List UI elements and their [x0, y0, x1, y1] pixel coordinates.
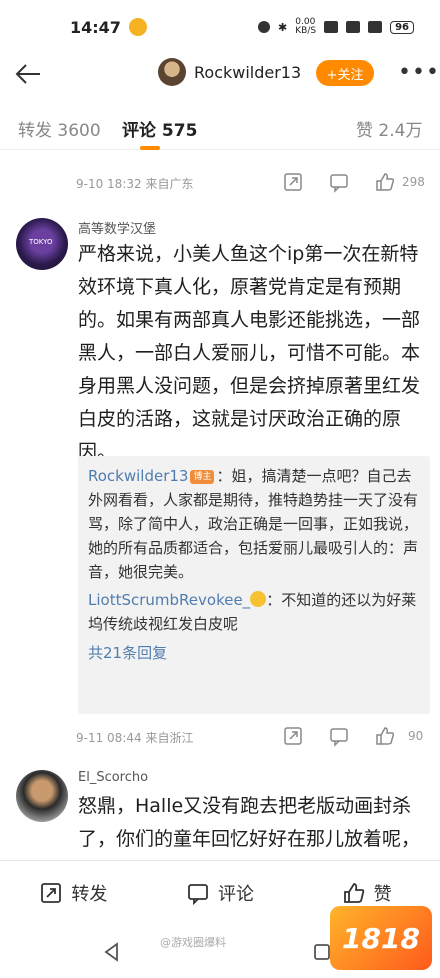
comment-text: 严格来说，小美人鱼这个ip第一次在新特效环境下真人化，原著党肯定是有预期的。如果…: [78, 243, 421, 463]
reply-author[interactable]: Rockwilder13: [88, 467, 188, 485]
repost-label: 转发: [71, 883, 108, 905]
bluetooth-icon: ✱: [278, 20, 288, 34]
blogger-badge: 博主: [190, 470, 215, 484]
like-label: 赞: [373, 883, 392, 905]
avatar[interactable]: [158, 58, 186, 86]
avatar-tokyo-label: TOKYO: [29, 238, 53, 246]
back-triangle-icon[interactable]: [100, 940, 124, 964]
avatar[interactable]: [16, 770, 68, 822]
signal-icon-2: [368, 21, 383, 33]
more-icon[interactable]: •••: [398, 60, 440, 85]
reply-author[interactable]: LiottScrumbRevokee_: [88, 591, 250, 609]
share-icon[interactable]: [282, 171, 304, 193]
avatar[interactable]: TOKYO: [16, 218, 68, 270]
site-logo: 1818: [330, 906, 432, 970]
reply-box[interactable]: Rockwilder13 博主 ：姐，搞清楚一点吧？自己去外网看看，人家都是期待，推…: [78, 456, 430, 714]
comment-time: 9-10 18:32 来自广东: [76, 177, 194, 191]
comment-icon[interactable]: [328, 725, 350, 747]
alarm-icon: [258, 21, 271, 33]
nav-username[interactable]: Rockwilder13: [194, 63, 301, 82]
comment-icon[interactable]: [328, 171, 350, 193]
signal-icon: [346, 21, 361, 33]
tab-like[interactable]: 赞 2.4万: [356, 116, 422, 141]
more-replies-link[interactable]: 共21条回复: [88, 642, 420, 663]
like-icon: [343, 882, 364, 903]
comment-author[interactable]: 高等数学汉堡: [78, 218, 156, 237]
status-bar: 14:47 ✱ 0.00 KB/S 96: [0, 0, 440, 54]
like-count: 90: [408, 729, 424, 743]
back-arrow-icon[interactable]: [12, 58, 44, 90]
comment-meta: 9-11 08:44 来自浙江 90: [0, 722, 440, 752]
comment-label: 评论: [218, 883, 254, 905]
status-icons: ✱ 0.00 KB/S 96: [258, 18, 414, 36]
battery-icon: 96: [390, 20, 414, 34]
like-icon[interactable]: [374, 725, 396, 747]
comment-item: El_Scorcho 怒鼎，Halle又没有跑去把老版动画封杀了，你们的童年回忆…: [0, 766, 440, 860]
comment-time: 9-11 08:44 来自浙江: [76, 731, 194, 745]
tab-underline: [140, 146, 160, 150]
watermark: @游戏圈爆料: [160, 936, 226, 949]
comment-text: 怒鼎，Halle又没有跑去把老版动画封杀了，你们的童年回忆好好在那儿放着呢，不喜…: [78, 795, 421, 850]
status-time: 14:47: [70, 17, 121, 37]
net-speed: 0.00 KB/S: [295, 17, 317, 36]
comment-author[interactable]: El_Scorcho: [78, 770, 148, 785]
comment-icon: [188, 883, 208, 905]
like-icon[interactable]: [374, 171, 396, 193]
tab-repost[interactable]: 转发 3600: [18, 116, 101, 141]
logo-text: 1818: [342, 921, 420, 955]
comment-button[interactable]: 评论: [147, 861, 294, 924]
prev-comment-meta: 9-10 18:32 来自广东 298: [0, 168, 440, 198]
emoji-icon: [250, 591, 267, 607]
tab-comment[interactable]: 评论 575: [122, 116, 197, 141]
share-icon[interactable]: [282, 725, 304, 747]
like-count: 298: [402, 175, 425, 189]
reply-item: LiottScrumbRevokee_ ：不知道的还以为好莱坞传统歧视红发白皮呢: [88, 588, 420, 636]
weibo-status-icon: [128, 18, 147, 36]
nav-user[interactable]: Rockwilder13: [158, 58, 301, 86]
tabs: 转发 3600 评论 575 赞 2.4万: [0, 104, 440, 150]
nav-bar: Rockwilder13 +关注 •••: [0, 54, 440, 94]
repost-button[interactable]: 转发: [0, 861, 147, 924]
repost-icon: [41, 882, 62, 903]
reply-item: Rockwilder13 博主 ：姐，搞清楚一点吧？自己去外网看看，人家都是期待，推…: [88, 464, 420, 584]
follow-button[interactable]: +关注: [316, 60, 374, 86]
hd-icon: [324, 21, 339, 33]
